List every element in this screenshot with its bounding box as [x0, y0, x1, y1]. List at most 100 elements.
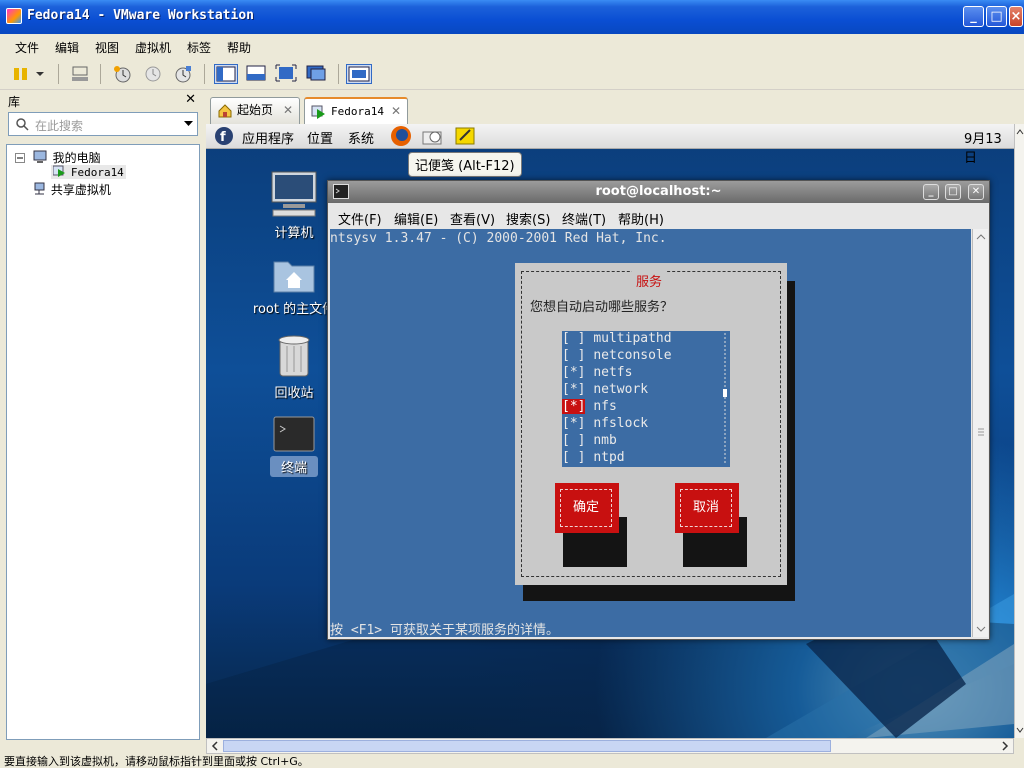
service-row[interactable]: [*] netfs [562, 365, 632, 382]
tree-node-my-computer[interactable]: 我的电脑 [15, 149, 101, 166]
service-checkbox[interactable]: [*] [562, 382, 585, 397]
cancel-button[interactable]: 取消 [675, 483, 739, 533]
desktop-label-terminal: 终端 [270, 456, 318, 477]
trash-icon [278, 335, 310, 377]
service-checkbox[interactable]: [ ] [562, 331, 585, 346]
tree-node-fedora14[interactable]: Fedora14 [51, 165, 126, 179]
title-bar: Fedora14 - VMware Workstation _ □ × [0, 0, 1024, 34]
desktop-label-trash: 回收站 [274, 386, 314, 401]
sticky-notes-icon[interactable] [454, 126, 476, 146]
service-name: ntpd [593, 450, 625, 465]
service-row[interactable]: [ ] multipathd [562, 331, 672, 348]
snapshot-manager-icon[interactable] [173, 64, 193, 84]
tree-label-my-computer: 我的电脑 [52, 151, 101, 165]
service-checkbox[interactable]: [ ] [562, 433, 585, 448]
mail-client-icon[interactable] [421, 125, 445, 147]
tab-fedora14[interactable]: Fedora14 ✕ [304, 97, 408, 124]
service-checkbox[interactable]: [*] [562, 416, 585, 431]
menu-edit[interactable]: 编辑 [55, 39, 79, 56]
scroll-right-icon[interactable] [1000, 741, 1010, 751]
service-name: nfs [593, 399, 617, 414]
status-bar: 要直接输入到该虚拟机，请移动鼠标指针到里面或按 Ctrl+G。 [0, 755, 1024, 768]
terminal-screen[interactable]: ntsysv 1.3.47 - (C) 2000-2001 Red Hat, I… [330, 229, 971, 638]
tab-home-close-icon[interactable]: ✕ [283, 98, 293, 123]
service-checkbox[interactable]: [ ] [562, 450, 585, 465]
menu-vm[interactable]: 虚拟机 [135, 39, 171, 56]
thumbnail-bar-icon[interactable] [245, 64, 269, 84]
show-library-icon[interactable] [214, 64, 238, 84]
menu-tabs[interactable]: 标签 [187, 39, 211, 56]
tab-fedora14-label: Fedora14 [331, 105, 384, 118]
service-checkbox[interactable]: [*] [562, 399, 586, 414]
desktop-icon-trash[interactable]: 回收站 [268, 332, 320, 401]
menu-view[interactable]: 视图 [95, 39, 119, 56]
terminal-title-bar[interactable]: root@localhost:~ _ □ ✕ [328, 181, 989, 203]
vmware-app-icon [6, 8, 22, 24]
library-search-input[interactable]: 在此搜索 [8, 112, 198, 136]
services-question: 您想自动启动哪些服务？ [530, 300, 674, 315]
service-row[interactable]: [*] nfslock [562, 416, 648, 433]
horizontal-scroll-thumb[interactable] [223, 740, 831, 752]
service-name: nfslock [593, 416, 649, 431]
unity-icon[interactable] [305, 64, 329, 84]
vm-horizontal-scrollbar[interactable] [206, 738, 1014, 754]
terminal-menu-view[interactable]: 查看(V) [450, 209, 495, 228]
menu-bar: 文件 编辑 视图 虚拟机 标签 帮助 [0, 34, 1024, 58]
desktop-icon-terminal[interactable]: 终端 [270, 416, 318, 477]
scroll-left-icon[interactable] [210, 741, 220, 751]
terminal-menu-file[interactable]: 文件(F) [338, 209, 382, 228]
terminal-menu-help[interactable]: 帮助(H) [618, 209, 664, 228]
service-checkbox[interactable]: [*] [562, 365, 585, 380]
service-row[interactable]: [*] network [562, 382, 648, 399]
menu-help[interactable]: 帮助 [227, 39, 251, 56]
minimize-button[interactable]: _ [963, 6, 984, 27]
panel-clock[interactable]: 9月13日 [964, 128, 1014, 166]
revert-snapshot-icon[interactable] [143, 64, 163, 84]
service-checkbox[interactable]: [ ] [562, 348, 585, 363]
snapshot-icon[interactable] [112, 64, 132, 84]
network-icon[interactable] [70, 64, 90, 84]
service-row-selected[interactable]: [*] nfs [562, 399, 617, 416]
terminal-menu-search[interactable]: 搜索(S) [506, 209, 550, 228]
firefox-icon[interactable] [389, 124, 413, 148]
menu-file[interactable]: 文件 [15, 39, 39, 56]
services-list-scrollbar[interactable] [722, 333, 728, 465]
close-button[interactable]: × [1009, 6, 1023, 27]
service-name: multipathd [593, 331, 672, 346]
tree-node-shared-vms[interactable]: 共享虚拟机 [33, 181, 111, 198]
ok-button[interactable]: 确定 [555, 483, 619, 533]
service-row[interactable]: [ ] netconsole [562, 348, 672, 365]
terminal-menu-edit[interactable]: 编辑(E) [394, 209, 438, 228]
services-list[interactable]: [ ] multipathd [ ] netconsole [*] netfs … [562, 331, 730, 467]
panel-system-menu[interactable]: 系统 [348, 128, 374, 147]
terminal-menu-terminal[interactable]: 终端(T) [562, 209, 606, 228]
console-view-icon[interactable] [346, 64, 372, 84]
cancel-button-label: 取消 [680, 489, 732, 527]
library-close-icon[interactable]: ✕ [185, 92, 196, 107]
vm-tabs: 起始页 ✕ Fedora14 ✕ [206, 97, 1024, 124]
vm-vertical-scrollbar[interactable] [1014, 124, 1024, 738]
search-dropdown-icon[interactable] [184, 121, 193, 127]
collapse-icon[interactable] [15, 153, 25, 163]
tab-fedora14-close-icon[interactable]: ✕ [391, 99, 401, 124]
maximize-button[interactable]: □ [986, 6, 1007, 27]
guest-display[interactable]: f 应用程序 位置 系统 9月13日 记便笺 (Alt-F12) 计算机 roo… [206, 124, 1014, 738]
fedora-logo-icon[interactable]: f [214, 126, 234, 146]
service-row[interactable]: [ ] ntpd [562, 450, 625, 467]
terminal-close-button[interactable]: ✕ [968, 184, 984, 200]
terminal-minimize-button[interactable]: _ [923, 184, 939, 200]
home-icon [218, 104, 232, 118]
terminal-scrollbar[interactable] [972, 229, 988, 637]
power-icon[interactable] [12, 64, 32, 84]
desktop-icon-computer[interactable]: 计算机 [268, 170, 320, 241]
terminal-maximize-button[interactable]: □ [945, 184, 961, 200]
computer-icon [33, 150, 47, 163]
power-dropdown-icon[interactable] [34, 64, 46, 84]
terminal-title: root@localhost:~ [595, 184, 722, 199]
service-row[interactable]: [ ] nmb [562, 433, 617, 450]
panel-places-menu[interactable]: 位置 [307, 128, 333, 147]
panel-applications-menu[interactable]: 应用程序 [242, 128, 294, 147]
full-screen-icon[interactable] [275, 64, 299, 84]
tab-home[interactable]: 起始页 ✕ [210, 97, 300, 124]
vm-running-icon [52, 165, 65, 177]
